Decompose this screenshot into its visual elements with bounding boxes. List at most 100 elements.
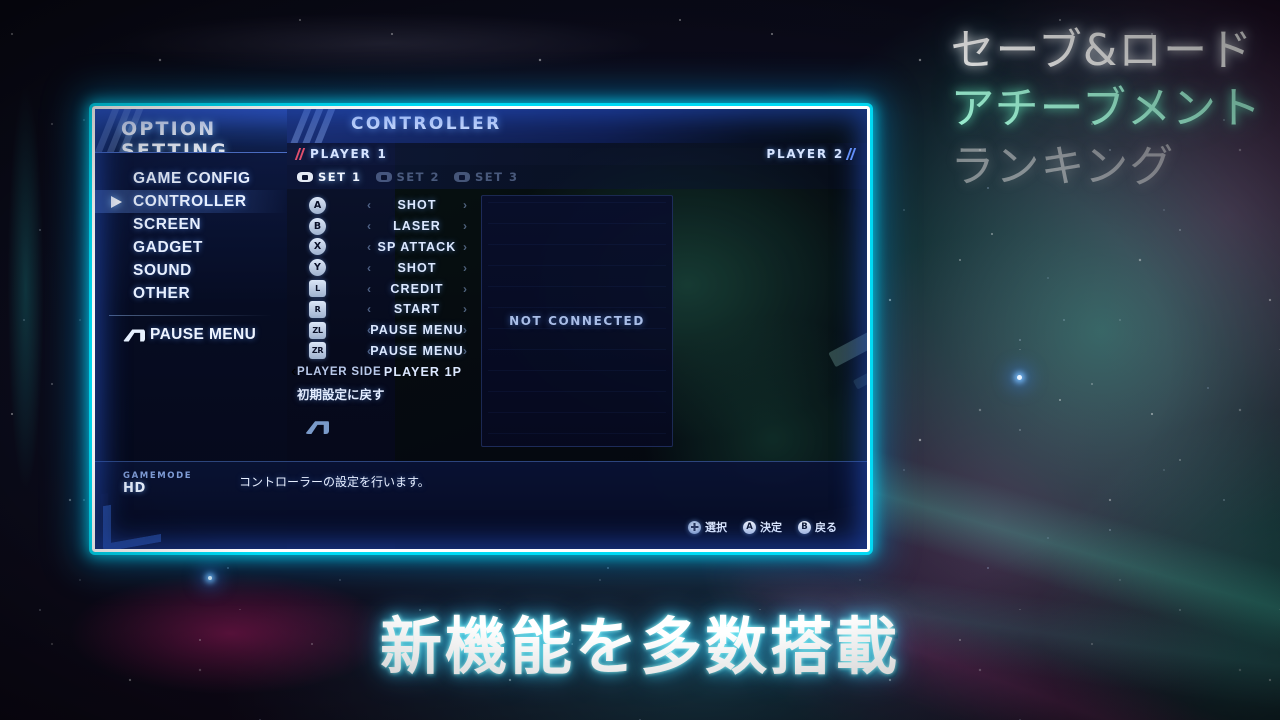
- sidebar-item-gadget[interactable]: GADGET: [95, 236, 287, 259]
- tab-label: SET 3: [475, 170, 519, 184]
- mapping-value: CREDIT: [390, 281, 444, 296]
- page-title: OPTION SETTING: [121, 118, 228, 153]
- selection-caret-icon: [111, 195, 122, 208]
- option-setting-title-bar: OPTION SETTING: [95, 109, 287, 153]
- button-badge-b: B: [309, 217, 326, 235]
- mapping-row-r[interactable]: R ‹ START ›: [291, 299, 471, 320]
- chevron-right-icon[interactable]: ›: [463, 323, 467, 337]
- player2-pane[interactable]: NOT CONNECTED: [481, 195, 673, 447]
- chevron-right-icon[interactable]: ›: [463, 344, 467, 358]
- mapping-row-y[interactable]: Y ‹ SHOT ›: [291, 257, 471, 278]
- chevron-right-icon[interactable]: ›: [463, 261, 467, 275]
- button-mapping-list: A ‹ SHOT › B ‹ LASER › X ‹ SP ATTACK › Y…: [291, 195, 471, 447]
- return-arrow-icon: [305, 420, 329, 434]
- button-badge-zl: ZL: [309, 321, 326, 339]
- button-badge-r: R: [309, 300, 326, 318]
- menu-divider: [109, 315, 273, 316]
- sidebar-item-screen[interactable]: SCREEN: [95, 213, 287, 236]
- diagonal-slash-accent-icon: [287, 109, 349, 143]
- gamepad-icon: [454, 172, 470, 182]
- screenshot-root: OPTION SETTING GAME CONFIG CONTROLLER SC…: [0, 0, 1280, 720]
- sidebar-item-controller[interactable]: CONTROLLER: [95, 190, 287, 213]
- button-badge-a: A: [309, 196, 326, 214]
- sidebar-item-game-config[interactable]: GAME CONFIG: [95, 167, 287, 190]
- return-arrow-icon: [123, 329, 145, 342]
- sidebar-item-label: SCREEN: [133, 215, 202, 233]
- a-button-icon: A: [743, 520, 756, 534]
- hint-confirm: A 決定: [743, 519, 782, 535]
- player2-marker-icon: [845, 148, 857, 160]
- gamemode-value: HD: [123, 481, 146, 496]
- mapping-row-zl[interactable]: ZL ‹ PAUSE MENU ›: [291, 320, 471, 341]
- player1-label: PLAYER 1: [310, 147, 388, 161]
- chevron-right-icon[interactable]: ›: [463, 240, 467, 254]
- chevron-right-icon[interactable]: ›: [463, 219, 467, 233]
- button-badge-zr: ZR: [309, 342, 326, 360]
- mapping-row-a[interactable]: A ‹ SHOT ›: [291, 195, 471, 216]
- player-header-bar: PLAYER 1 PLAYER 2: [287, 143, 867, 165]
- mapping-value: SP ATTACK: [377, 239, 457, 254]
- back-button[interactable]: [291, 414, 471, 440]
- chevron-right-icon[interactable]: ›: [463, 282, 467, 296]
- overlay-line-save-load: セーブ&ロード: [950, 25, 1254, 76]
- player2-status: NOT CONNECTED: [509, 314, 645, 328]
- gamemode-label: GAMEMODE: [123, 471, 193, 481]
- controller-panel: CONTROLLER PLAYER 1 PLAYER 2 SET 1 SET 2…: [287, 109, 867, 461]
- set-tab-bar: SET 1 SET 2 SET 3: [287, 165, 867, 189]
- hint-label: 選択: [705, 521, 727, 534]
- overlay-line-achievement: アチーブメント: [950, 83, 1262, 135]
- feature-overlay-list: セーブ&ロード アチーブメント ランキング: [951, 22, 1262, 196]
- mapping-value: SHOT: [397, 198, 437, 213]
- b-button-icon: B: [798, 520, 811, 534]
- dpad-icon: [688, 520, 701, 534]
- sidebar-item-pause-menu[interactable]: PAUSE MENU: [95, 324, 287, 346]
- tab-set-2[interactable]: SET 2: [375, 170, 441, 184]
- chevron-right-icon[interactable]: ›: [463, 302, 467, 316]
- hint-select: 選択: [688, 519, 727, 535]
- sidebar-item-other[interactable]: OTHER: [95, 282, 287, 305]
- mapping-value: PAUSE MENU: [370, 343, 464, 358]
- options-window: OPTION SETTING GAME CONFIG CONTROLLER SC…: [92, 106, 870, 552]
- hint-label: 決定: [760, 521, 782, 534]
- player-side-value: PLAYER 1P: [383, 364, 463, 379]
- tab-label: SET 2: [396, 170, 440, 184]
- sidebar-item-sound[interactable]: SOUND: [95, 259, 287, 282]
- controller-body: A ‹ SHOT › B ‹ LASER › X ‹ SP ATTACK › Y…: [287, 189, 867, 447]
- mapping-row-x[interactable]: X ‹ SP ATTACK ›: [291, 237, 471, 258]
- tab-label: SET 1: [318, 170, 362, 184]
- player2-label: PLAYER 2: [766, 147, 844, 161]
- mapping-value: LASER: [393, 219, 441, 234]
- hint-label: 戻る: [815, 521, 837, 534]
- player1-marker-icon: [294, 148, 306, 160]
- headline-text: 新機能を多数搭載: [379, 610, 900, 683]
- controller-title: CONTROLLER: [351, 114, 502, 134]
- bright-star-secondary: [208, 576, 212, 580]
- mapping-row-zr[interactable]: ZR ‹ PAUSE MENU ›: [291, 341, 471, 362]
- info-bar: GAMEMODE HD コントローラーの設定を行います。 選択 A 決定 B 戻…: [95, 461, 867, 549]
- sidebar-item-label: SOUND: [133, 261, 192, 279]
- mapping-value: SHOT: [397, 260, 437, 275]
- button-badge-x: X: [309, 238, 326, 256]
- reset-defaults-label: 初期設定に戻す: [297, 386, 385, 402]
- mapping-row-b[interactable]: B ‹ LASER ›: [291, 216, 471, 237]
- tab-set-3[interactable]: SET 3: [454, 170, 519, 184]
- sidebar-item-label: GAME CONFIG: [133, 169, 251, 187]
- sidebar-item-label: OTHER: [133, 284, 191, 302]
- player1-header[interactable]: PLAYER 1: [294, 147, 388, 161]
- sidebar-item-label: CONTROLLER: [133, 192, 247, 210]
- chevron-right-icon[interactable]: ›: [463, 198, 467, 212]
- mapping-value: START: [393, 302, 441, 317]
- player2-header[interactable]: PLAYER 2: [766, 147, 857, 161]
- option-menu-list: GAME CONFIG CONTROLLER SCREEN GADGET SOU…: [95, 167, 287, 346]
- sidebar-item-label: GADGET: [133, 238, 203, 256]
- mapping-row-l[interactable]: L ‹ CREDIT ›: [291, 278, 471, 299]
- reset-defaults-button[interactable]: 初期設定に戻す: [291, 382, 471, 404]
- overlay-line-ranking: ランキング: [950, 141, 1175, 193]
- button-badge-y: Y: [309, 259, 326, 277]
- mapping-value: PAUSE MENU: [370, 323, 464, 338]
- bright-star: [1017, 375, 1022, 380]
- hint-back: B 戻る: [798, 519, 837, 535]
- player-side-row[interactable]: PLAYER SIDE ‹ PLAYER 1P ›: [291, 361, 471, 382]
- tab-set-1[interactable]: SET 1: [297, 170, 362, 184]
- button-hint-bar: 選択 A 決定 B 戻る: [688, 519, 837, 535]
